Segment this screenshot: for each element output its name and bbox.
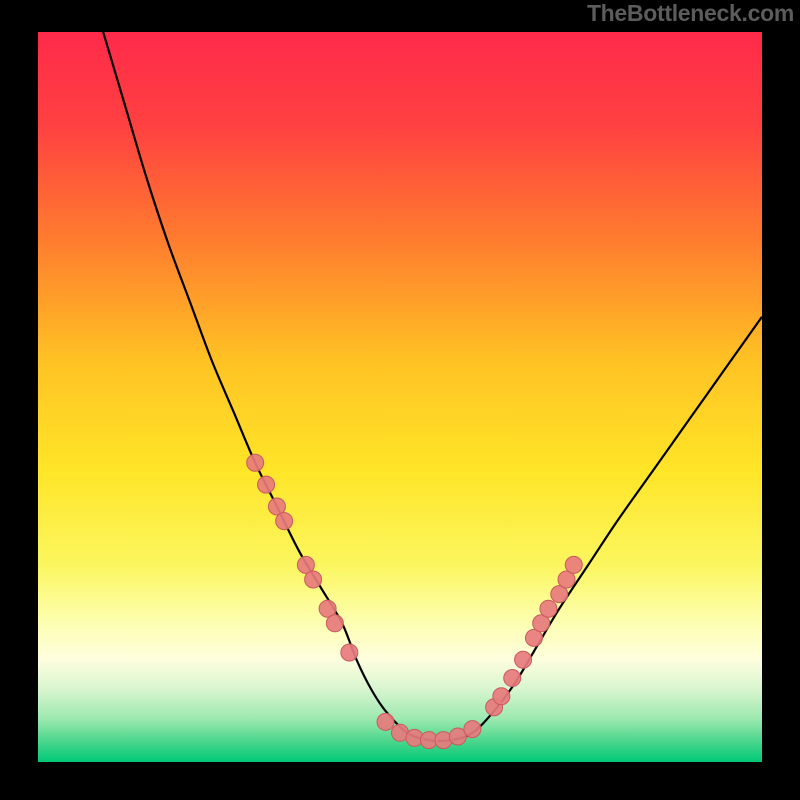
marker-left-segment [258,476,275,493]
chart-svg [38,32,762,762]
marker-left-segment [247,454,264,471]
gradient-background [38,32,762,762]
chart-plot-area [38,32,762,762]
marker-right-segment [515,651,532,668]
outer-frame: TheBottleneck.com [0,0,800,800]
marker-left-segment [276,513,293,530]
marker-bottom-segment [377,713,394,730]
marker-right-segment [565,556,582,573]
marker-right-segment [493,688,510,705]
marker-left-segment [341,644,358,661]
marker-bottom-segment [464,721,481,738]
marker-right-segment [504,670,521,687]
marker-right-segment [540,600,557,617]
marker-left-segment [326,615,343,632]
marker-left-segment [305,571,322,588]
watermark-label: TheBottleneck.com [587,0,794,27]
